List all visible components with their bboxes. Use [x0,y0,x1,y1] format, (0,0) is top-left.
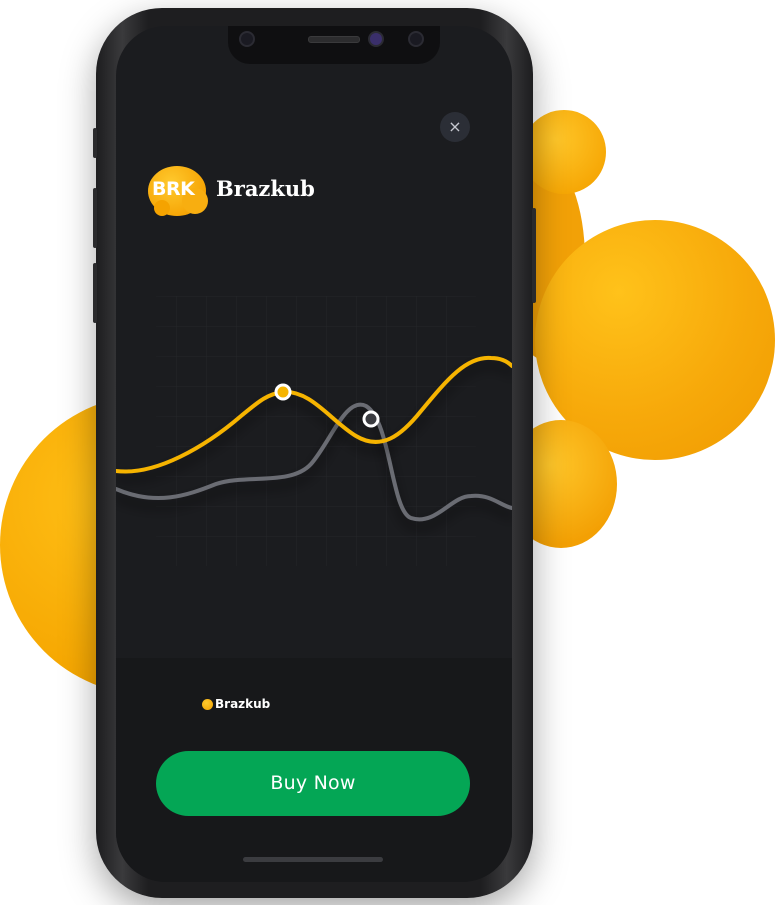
coin-icon [202,698,213,710]
phone-frame: × BRK Brazkub Brazkub Buy Now [93,8,536,898]
chart-svg [116,296,512,566]
phone-screen: × BRK Brazkub Brazkub Buy Now [116,26,512,882]
home-indicator[interactable] [243,857,383,862]
brand-title: Brazkub [216,176,315,201]
sensor-icon [408,31,424,47]
chart-grid [156,296,476,566]
brand-logo: BRK [148,166,208,216]
volume-up-button [93,188,97,248]
close-icon: × [448,117,462,136]
chart-marker-primary[interactable] [274,383,292,401]
close-button[interactable]: × [440,112,470,142]
coin-label-text: Brazkub [215,697,271,711]
logo-badge-text: BRK [152,178,195,200]
coin-label: Brazkub [202,697,270,711]
price-chart [116,296,512,586]
speaker-grille [308,36,360,43]
sensor-icon [239,31,255,47]
power-button [532,208,536,303]
front-camera-icon [368,31,384,47]
notch [228,26,440,64]
volume-down-button [93,263,97,323]
chart-marker-secondary[interactable] [362,410,380,428]
buy-now-button[interactable]: Buy Now [156,751,470,816]
mute-switch [93,128,97,158]
logo-blob [154,200,170,216]
decor-blob [522,110,606,194]
stage: × BRK Brazkub Brazkub Buy Now [0,0,775,905]
